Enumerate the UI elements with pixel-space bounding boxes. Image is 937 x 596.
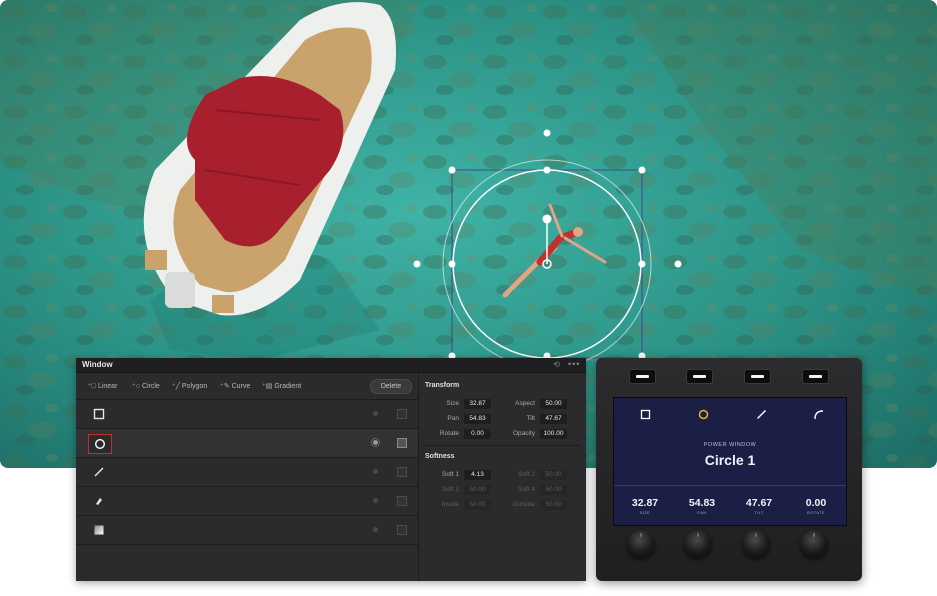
delete-button[interactable]: Delete	[370, 379, 412, 394]
linear-icon: ⁺□	[88, 383, 96, 390]
pan-knob[interactable]	[684, 530, 712, 558]
tilt-label: Tilt	[526, 415, 535, 422]
window-row-square[interactable]	[76, 400, 418, 429]
rotate-knob[interactable]	[800, 530, 828, 558]
curve-icon: ⁺✎	[220, 383, 230, 390]
window-enable-toggle[interactable]	[373, 527, 378, 532]
gradient-window-icon	[88, 521, 110, 539]
pen-window-icon	[88, 492, 110, 510]
window-enable-toggle[interactable]	[373, 411, 378, 416]
pan-readout-label: PAN	[697, 510, 707, 515]
window-row-gradient[interactable]	[76, 516, 418, 545]
screen-subtitle: POWER WINDOW	[703, 442, 757, 448]
inside-label: Inside	[441, 501, 459, 508]
window-list-area: ⁺□ Linear ⁺○ Circle ⁺╱ Polygon ⁺✎ Curve ⁺▤ Gr…	[76, 373, 418, 581]
opacity-field[interactable]: 100.00	[540, 429, 567, 439]
polygon-tool-button[interactable]: ⁺╱ Polygon	[172, 382, 207, 390]
window-row-line[interactable]	[76, 458, 418, 487]
gradient-tool-button[interactable]: ⁺▤ Gradient	[262, 382, 301, 390]
window-invert-toggle[interactable]	[397, 525, 407, 535]
history-icon[interactable]: ⟲	[552, 360, 561, 369]
gradient-icon: ⁺▤	[262, 383, 273, 390]
window-enable-toggle[interactable]	[373, 469, 378, 474]
window-invert-toggle[interactable]	[397, 496, 407, 506]
window-enable-toggle[interactable]	[373, 440, 378, 445]
tilt-field[interactable]: 47.67	[540, 414, 567, 424]
square-window-icon	[88, 405, 110, 423]
size-label: Size	[446, 400, 459, 407]
soft-key-1[interactable]	[629, 369, 656, 384]
soft-key-2[interactable]	[686, 369, 713, 384]
screen-title: Circle 1	[704, 452, 756, 468]
circle-icon	[696, 407, 710, 421]
tilt-readout: 47.67	[745, 497, 773, 509]
inside-field[interactable]: 50.00	[464, 500, 491, 510]
soft-key-3[interactable]	[744, 369, 771, 384]
square-icon	[638, 407, 652, 421]
panel-title: Window	[82, 360, 113, 369]
polygon-icon: ⁺╱	[172, 383, 180, 390]
curve-icon	[811, 407, 825, 421]
window-enable-toggle[interactable]	[373, 498, 378, 503]
window-invert-toggle[interactable]	[397, 409, 407, 419]
soft4-field[interactable]: 50.00	[540, 485, 567, 495]
window-panel: Window ⟲ ••• ⁺□ Linear ⁺○ Circle ⁺╱ Polygon…	[76, 358, 586, 581]
window-toolbar: ⁺□ Linear ⁺○ Circle ⁺╱ Polygon ⁺✎ Curve ⁺▤ Gr…	[76, 373, 418, 400]
soft-key-4[interactable]	[802, 369, 829, 384]
pan-field[interactable]: 54.83	[464, 414, 491, 424]
circle-window-icon	[88, 434, 112, 454]
circle-icon: ⁺○	[132, 383, 140, 390]
rotate-label: Rotate	[439, 430, 459, 437]
soft3-label: Soft 3	[442, 486, 459, 493]
aspect-field[interactable]: 50.00	[540, 399, 567, 409]
size-readout: 32.87	[631, 497, 659, 509]
rotate-field[interactable]: 0.00	[464, 429, 491, 439]
size-readout-label: SIZE	[639, 510, 651, 515]
tilt-knob[interactable]	[742, 530, 770, 558]
panel-title-bar: Window ⟲ •••	[76, 358, 586, 373]
size-knob[interactable]	[627, 530, 655, 558]
section-divider	[423, 445, 581, 446]
aspect-label: Aspect	[515, 400, 535, 407]
screen-divider	[614, 485, 846, 486]
circle-tool-button[interactable]: ⁺○ Circle	[132, 382, 160, 390]
hardware-control-panel: POWER WINDOW Circle 1 32.87 SIZE 54.83 P…	[596, 358, 862, 581]
size-field[interactable]: 32.87	[464, 399, 491, 409]
soft1-field[interactable]: 4.13	[464, 470, 491, 480]
window-properties: Transform Size 32.87 Aspect 50.00 Pan 54…	[419, 373, 586, 581]
soft2-label: Soft 2	[518, 471, 535, 478]
soft4-label: Soft 4	[518, 486, 535, 493]
transform-heading: Transform	[425, 382, 460, 389]
soft2-field[interactable]: 50.00	[540, 470, 567, 480]
outside-label: Outside	[512, 501, 535, 508]
curve-tool-button[interactable]: ⁺✎ Curve	[220, 382, 250, 390]
rotate-readout-label: ROTATE	[806, 510, 826, 515]
window-row-pen[interactable]	[76, 487, 418, 516]
more-icon[interactable]: •••	[568, 359, 580, 369]
outside-field[interactable]: 50.00	[540, 500, 567, 510]
pan-label: Pan	[447, 415, 459, 422]
opacity-label: Opacity	[512, 430, 535, 437]
softness-heading: Softness	[425, 453, 455, 460]
window-invert-toggle[interactable]	[397, 438, 407, 448]
line-window-icon	[88, 463, 110, 481]
window-row-circle[interactable]	[76, 429, 418, 458]
lcd-screen: POWER WINDOW Circle 1 32.87 SIZE 54.83 P…	[613, 397, 847, 526]
rotate-readout: 0.00	[805, 497, 827, 509]
window-invert-toggle[interactable]	[397, 467, 407, 477]
linear-tool-button[interactable]: ⁺□ Linear	[88, 382, 117, 390]
tilt-readout-label: TILT	[754, 510, 764, 515]
soft3-field[interactable]: 50.00	[464, 485, 491, 495]
pan-readout: 54.83	[688, 497, 716, 509]
line-icon	[754, 407, 768, 421]
soft1-label: Soft 1	[442, 471, 459, 478]
